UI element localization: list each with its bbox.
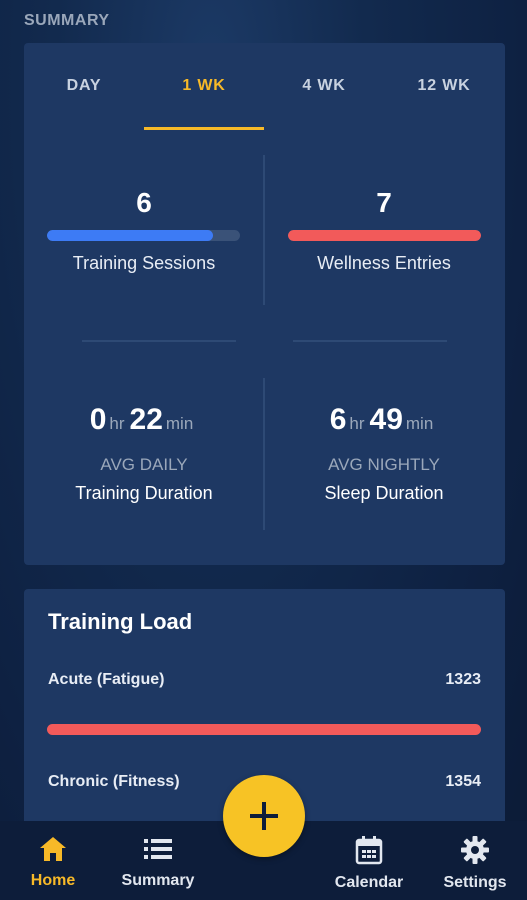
vertical-divider (263, 378, 265, 530)
nav-calendar-label: Calendar (334, 874, 404, 891)
chronic-label: Chronic (Fitness) (48, 773, 180, 790)
nav-settings-label: Settings (443, 874, 507, 891)
gear-icon (461, 836, 489, 864)
sleep-hours: 6 (329, 403, 347, 436)
plus-icon (250, 802, 278, 830)
acute-label: Acute (Fatigue) (48, 671, 165, 688)
vertical-divider (263, 155, 265, 305)
training-hours: 0 (89, 403, 107, 436)
hr-unit: hr (349, 414, 365, 433)
min-unit: min (405, 414, 434, 433)
sleep-duration-label: Sleep Duration (324, 483, 444, 503)
training-sessions-count: 6 (136, 187, 152, 218)
sleep-duration-value: 6 hr 49 min (264, 403, 504, 437)
chronic-value: 1354 (445, 773, 481, 790)
period-tabs: DAY 1 WK 4 WK 12 WK (24, 43, 505, 133)
training-sessions-bar-fill (47, 230, 213, 241)
training-duration-sub: AVG DAILY (100, 455, 188, 474)
hr-unit: hr (109, 414, 125, 433)
nav-settings[interactable]: Settings (420, 835, 527, 892)
horizontal-divider (82, 340, 236, 342)
active-tab-indicator (144, 127, 264, 130)
nav-summary[interactable]: Summary (103, 835, 213, 890)
acute-bar (47, 724, 481, 735)
sleep-minutes: 49 (369, 403, 403, 436)
tab-12wk[interactable]: 12 WK (384, 77, 504, 95)
training-duration-label: Training Duration (75, 483, 213, 503)
training-duration-value: 0 hr 22 min (24, 403, 264, 437)
section-title: SUMMARY (24, 12, 110, 29)
tab-4wk[interactable]: 4 WK (264, 77, 384, 95)
home-icon (40, 837, 66, 861)
nav-home-label: Home (30, 872, 76, 889)
add-button[interactable] (223, 775, 305, 857)
wellness-entries-label: Wellness Entries (317, 253, 451, 273)
wellness-entries-bar-fill (288, 230, 481, 241)
calendar-icon (355, 836, 383, 865)
tab-day[interactable]: DAY (24, 77, 144, 95)
wellness-entries-bar (288, 230, 481, 241)
min-unit: min (165, 414, 194, 433)
sleep-duration-sub: AVG NIGHTLY (328, 455, 440, 474)
nav-home[interactable]: Home (0, 835, 108, 890)
nav-calendar[interactable]: Calendar (314, 835, 424, 892)
summary-card: DAY 1 WK 4 WK 12 WK 6 Training Sessions … (24, 43, 505, 565)
training-load-title: Training Load (48, 609, 193, 634)
horizontal-divider (293, 340, 447, 342)
wellness-entries-count: 7 (376, 187, 392, 218)
tab-1wk[interactable]: 1 WK (144, 77, 264, 95)
training-minutes: 22 (129, 403, 163, 436)
training-sessions-bar (47, 230, 240, 241)
list-icon (144, 839, 172, 859)
training-sessions-label: Training Sessions (72, 253, 216, 273)
acute-value: 1323 (445, 671, 481, 688)
nav-summary-label: Summary (121, 872, 195, 889)
